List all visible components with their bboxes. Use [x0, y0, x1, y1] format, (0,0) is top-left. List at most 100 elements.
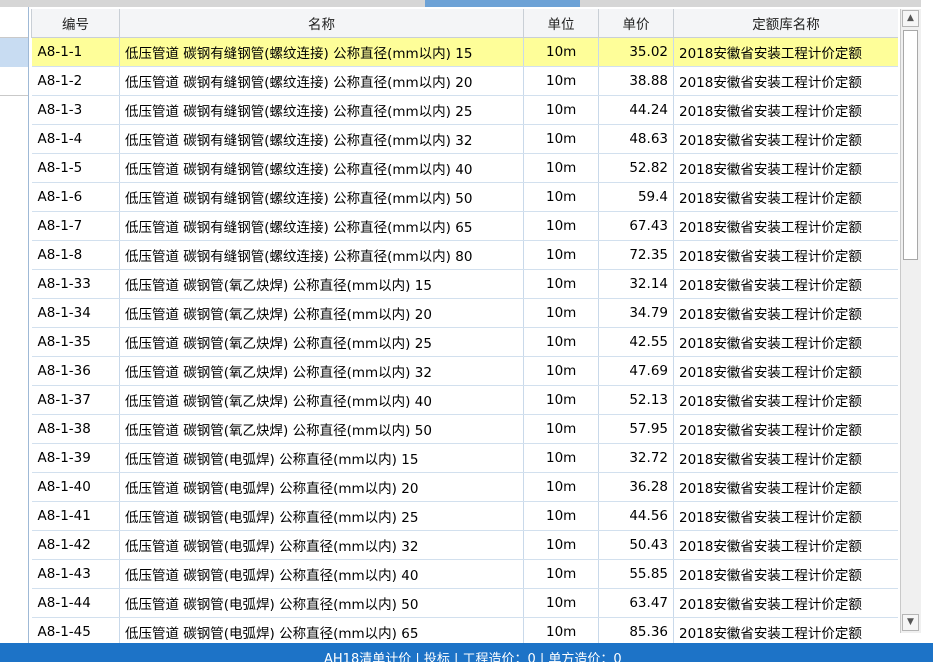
- cell-price[interactable]: 85.36: [598, 617, 674, 643]
- cell-unit[interactable]: 10m: [523, 443, 599, 473]
- cell-unit[interactable]: 10m: [523, 501, 599, 531]
- cell-price[interactable]: 44.56: [598, 501, 674, 531]
- cell-name[interactable]: 低压管道 碳钢管(电弧焊) 公称直径(mm以内) 40: [119, 559, 524, 589]
- cell-code[interactable]: A8-1-5: [31, 153, 120, 183]
- cell-unit[interactable]: 10m: [523, 37, 599, 67]
- cell-unit[interactable]: 10m: [523, 66, 599, 96]
- cell-name[interactable]: 低压管道 碳钢管(氧乙炔焊) 公称直径(mm以内) 20: [119, 298, 524, 328]
- cell-price[interactable]: 38.88: [598, 66, 674, 96]
- cell-code[interactable]: A8-1-45: [31, 617, 120, 643]
- cell-library[interactable]: 2018安徽省安装工程计价定额: [673, 530, 898, 560]
- cell-unit[interactable]: 10m: [523, 240, 599, 270]
- cell-unit[interactable]: 10m: [523, 530, 599, 560]
- cell-unit[interactable]: 10m: [523, 385, 599, 415]
- cell-price[interactable]: 48.63: [598, 124, 674, 154]
- cell-code[interactable]: A8-1-36: [31, 356, 120, 386]
- cell-name[interactable]: 低压管道 碳钢管(氧乙炔焊) 公称直径(mm以内) 40: [119, 385, 524, 415]
- cell-code[interactable]: A8-1-1: [31, 37, 120, 67]
- cell-price[interactable]: 36.28: [598, 472, 674, 502]
- table-row[interactable]: A8-1-45 低压管道 碳钢管(电弧焊) 公称直径(mm以内) 65 10m 85.…: [31, 617, 898, 643]
- cell-library[interactable]: 2018安徽省安装工程计价定额: [673, 298, 898, 328]
- table-row[interactable]: A8-1-4 低压管道 碳钢有缝钢管(螺纹连接) 公称直径(mm以内) 32 10m…: [31, 124, 898, 154]
- cell-price[interactable]: 52.82: [598, 153, 674, 183]
- column-header-name[interactable]: 名称: [119, 9, 524, 38]
- table-row[interactable]: A8-1-42 低压管道 碳钢管(电弧焊) 公称直径(mm以内) 32 10m 50.…: [31, 530, 898, 560]
- cell-price[interactable]: 42.55: [598, 327, 674, 357]
- cell-price[interactable]: 44.24: [598, 95, 674, 125]
- cell-name[interactable]: 低压管道 碳钢有缝钢管(螺纹连接) 公称直径(mm以内) 50: [119, 182, 524, 212]
- column-header-unit[interactable]: 单位: [523, 9, 599, 38]
- cell-price[interactable]: 52.13: [598, 385, 674, 415]
- cell-name[interactable]: 低压管道 碳钢有缝钢管(螺纹连接) 公称直径(mm以内) 25: [119, 95, 524, 125]
- table-row[interactable]: A8-1-41 低压管道 碳钢管(电弧焊) 公称直径(mm以内) 25 10m 44.…: [31, 501, 898, 531]
- cell-price[interactable]: 59.4: [598, 182, 674, 212]
- cell-price[interactable]: 72.35: [598, 240, 674, 270]
- cell-code[interactable]: A8-1-42: [31, 530, 120, 560]
- table-row[interactable]: A8-1-3 低压管道 碳钢有缝钢管(螺纹连接) 公称直径(mm以内) 25 10m…: [31, 95, 898, 125]
- cell-name[interactable]: 低压管道 碳钢管(电弧焊) 公称直径(mm以内) 50: [119, 588, 524, 618]
- cell-library[interactable]: 2018安徽省安装工程计价定额: [673, 66, 898, 96]
- cell-code[interactable]: A8-1-7: [31, 211, 120, 241]
- cell-name[interactable]: 低压管道 碳钢有缝钢管(螺纹连接) 公称直径(mm以内) 20: [119, 66, 524, 96]
- cell-code[interactable]: A8-1-40: [31, 472, 120, 502]
- cell-code[interactable]: A8-1-4: [31, 124, 120, 154]
- cell-price[interactable]: 35.02: [598, 37, 674, 67]
- cell-code[interactable]: A8-1-39: [31, 443, 120, 473]
- cell-library[interactable]: 2018安徽省安装工程计价定额: [673, 559, 898, 589]
- cell-name[interactable]: 低压管道 碳钢管(氧乙炔焊) 公称直径(mm以内) 50: [119, 414, 524, 444]
- cell-unit[interactable]: 10m: [523, 472, 599, 502]
- table-row[interactable]: A8-1-1 低压管道 碳钢有缝钢管(螺纹连接) 公称直径(mm以内) 15 10m…: [31, 37, 898, 67]
- column-header-price[interactable]: 单价: [598, 9, 674, 38]
- cell-code[interactable]: A8-1-3: [31, 95, 120, 125]
- cell-library[interactable]: 2018安徽省安装工程计价定额: [673, 501, 898, 531]
- table-row[interactable]: A8-1-39 低压管道 碳钢管(电弧焊) 公称直径(mm以内) 15 10m 32.…: [31, 443, 898, 473]
- cell-name[interactable]: 低压管道 碳钢管(电弧焊) 公称直径(mm以内) 15: [119, 443, 524, 473]
- cell-name[interactable]: 低压管道 碳钢有缝钢管(螺纹连接) 公称直径(mm以内) 80: [119, 240, 524, 270]
- cell-name[interactable]: 低压管道 碳钢管(氧乙炔焊) 公称直径(mm以内) 25: [119, 327, 524, 357]
- vertical-scrollbar[interactable]: ▲ ▼: [900, 9, 921, 633]
- cell-price[interactable]: 63.47: [598, 588, 674, 618]
- left-panel-selected-item[interactable]: [0, 38, 28, 67]
- column-header-code[interactable]: 编号: [31, 9, 120, 38]
- cell-code[interactable]: A8-1-2: [31, 66, 120, 96]
- cell-price[interactable]: 55.85: [598, 559, 674, 589]
- cell-code[interactable]: A8-1-8: [31, 240, 120, 270]
- table-row[interactable]: A8-1-40 低压管道 碳钢管(电弧焊) 公称直径(mm以内) 20 10m 36.…: [31, 472, 898, 502]
- cell-price[interactable]: 57.95: [598, 414, 674, 444]
- cell-library[interactable]: 2018安徽省安装工程计价定额: [673, 617, 898, 643]
- scrollbar-thumb[interactable]: [903, 30, 918, 260]
- cell-code[interactable]: A8-1-34: [31, 298, 120, 328]
- cell-price[interactable]: 34.79: [598, 298, 674, 328]
- cell-unit[interactable]: 10m: [523, 95, 599, 125]
- cell-code[interactable]: A8-1-35: [31, 327, 120, 357]
- cell-library[interactable]: 2018安徽省安装工程计价定额: [673, 124, 898, 154]
- table-row[interactable]: A8-1-5 低压管道 碳钢有缝钢管(螺纹连接) 公称直径(mm以内) 40 10m…: [31, 153, 898, 183]
- cell-library[interactable]: 2018安徽省安装工程计价定额: [673, 95, 898, 125]
- cell-unit[interactable]: 10m: [523, 588, 599, 618]
- cell-name[interactable]: 低压管道 碳钢管(电弧焊) 公称直径(mm以内) 32: [119, 530, 524, 560]
- cell-code[interactable]: A8-1-43: [31, 559, 120, 589]
- cell-library[interactable]: 2018安徽省安装工程计价定额: [673, 385, 898, 415]
- cell-unit[interactable]: 10m: [523, 327, 599, 357]
- cell-name[interactable]: 低压管道 碳钢有缝钢管(螺纹连接) 公称直径(mm以内) 65: [119, 211, 524, 241]
- table-row[interactable]: A8-1-36 低压管道 碳钢管(氧乙炔焊) 公称直径(mm以内) 32 10m 47…: [31, 356, 898, 386]
- cell-price[interactable]: 67.43: [598, 211, 674, 241]
- cell-code[interactable]: A8-1-33: [31, 269, 120, 299]
- cell-library[interactable]: 2018安徽省安装工程计价定额: [673, 414, 898, 444]
- cell-library[interactable]: 2018安徽省安装工程计价定额: [673, 472, 898, 502]
- table-row[interactable]: A8-1-2 低压管道 碳钢有缝钢管(螺纹连接) 公称直径(mm以内) 20 10m…: [31, 66, 898, 96]
- cell-unit[interactable]: 10m: [523, 298, 599, 328]
- column-header-library[interactable]: 定额库名称: [673, 9, 898, 38]
- table-row[interactable]: A8-1-44 低压管道 碳钢管(电弧焊) 公称直径(mm以内) 50 10m 63.…: [31, 588, 898, 618]
- cell-price[interactable]: 50.43: [598, 530, 674, 560]
- cell-library[interactable]: 2018安徽省安装工程计价定额: [673, 588, 898, 618]
- cell-code[interactable]: A8-1-38: [31, 414, 120, 444]
- cell-unit[interactable]: 10m: [523, 269, 599, 299]
- arrow-up-icon[interactable]: ▲: [902, 10, 919, 27]
- cell-unit[interactable]: 10m: [523, 356, 599, 386]
- cell-name[interactable]: 低压管道 碳钢有缝钢管(螺纹连接) 公称直径(mm以内) 40: [119, 153, 524, 183]
- cell-library[interactable]: 2018安徽省安装工程计价定额: [673, 443, 898, 473]
- cell-price[interactable]: 47.69: [598, 356, 674, 386]
- table-row[interactable]: A8-1-33 低压管道 碳钢管(氧乙炔焊) 公称直径(mm以内) 15 10m 32…: [31, 269, 898, 299]
- cell-unit[interactable]: 10m: [523, 182, 599, 212]
